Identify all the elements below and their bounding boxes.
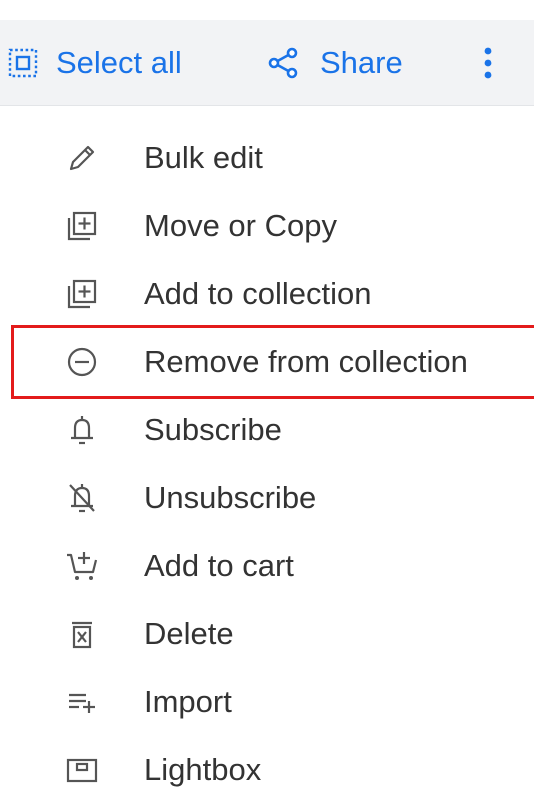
select-all-button[interactable]: Select all: [8, 20, 182, 106]
bell-icon: [64, 412, 100, 448]
menu-item-label: Lightbox: [144, 752, 262, 787]
share-label: Share: [320, 45, 403, 80]
menu-item-label: Bulk edit: [144, 140, 263, 175]
menu-item-label: Unsubscribe: [144, 480, 317, 515]
menu-item-add-to-collection[interactable]: Add to collection: [0, 260, 534, 328]
menu-item-label: Import: [144, 684, 232, 719]
menu-item-remove-from-collection[interactable]: Remove from collection: [11, 325, 534, 399]
remove-circle-icon: [64, 344, 100, 380]
menu-item-delete[interactable]: Delete: [0, 600, 534, 668]
share-button[interactable]: Share: [266, 20, 403, 106]
bell-off-icon: [64, 480, 100, 516]
toolbar: Select all Share: [0, 20, 534, 106]
move-copy-icon: [64, 208, 100, 244]
menu-item-label: Add to collection: [144, 276, 372, 311]
lightbox-icon: [64, 752, 100, 788]
actions-menu: Bulk edit Move or Copy Add to collection: [0, 124, 534, 804]
more-vertical-icon: [483, 46, 493, 80]
menu-item-label: Subscribe: [144, 412, 282, 447]
menu-item-unsubscribe[interactable]: Unsubscribe: [0, 464, 534, 532]
pencil-icon: [64, 140, 100, 176]
select-all-icon: [8, 48, 38, 78]
menu-item-label: Remove from collection: [144, 344, 468, 379]
trash-icon: [64, 616, 100, 652]
menu-item-lightbox[interactable]: Lightbox: [0, 736, 534, 804]
menu-item-bulk-edit[interactable]: Bulk edit: [0, 124, 534, 192]
menu-item-move-or-copy[interactable]: Move or Copy: [0, 192, 534, 260]
menu-item-label: Add to cart: [144, 548, 294, 583]
menu-item-subscribe[interactable]: Subscribe: [0, 396, 534, 464]
add-cart-icon: [64, 548, 100, 584]
menu-item-add-to-cart[interactable]: Add to cart: [0, 532, 534, 600]
menu-item-label: Delete: [144, 616, 234, 651]
menu-item-label: Move or Copy: [144, 208, 337, 243]
menu-item-import[interactable]: Import: [0, 668, 534, 736]
more-options-button[interactable]: [476, 20, 500, 106]
import-list-icon: [64, 684, 100, 720]
add-collection-icon: [64, 276, 100, 312]
select-all-label: Select all: [56, 45, 182, 80]
share-icon: [266, 46, 300, 80]
